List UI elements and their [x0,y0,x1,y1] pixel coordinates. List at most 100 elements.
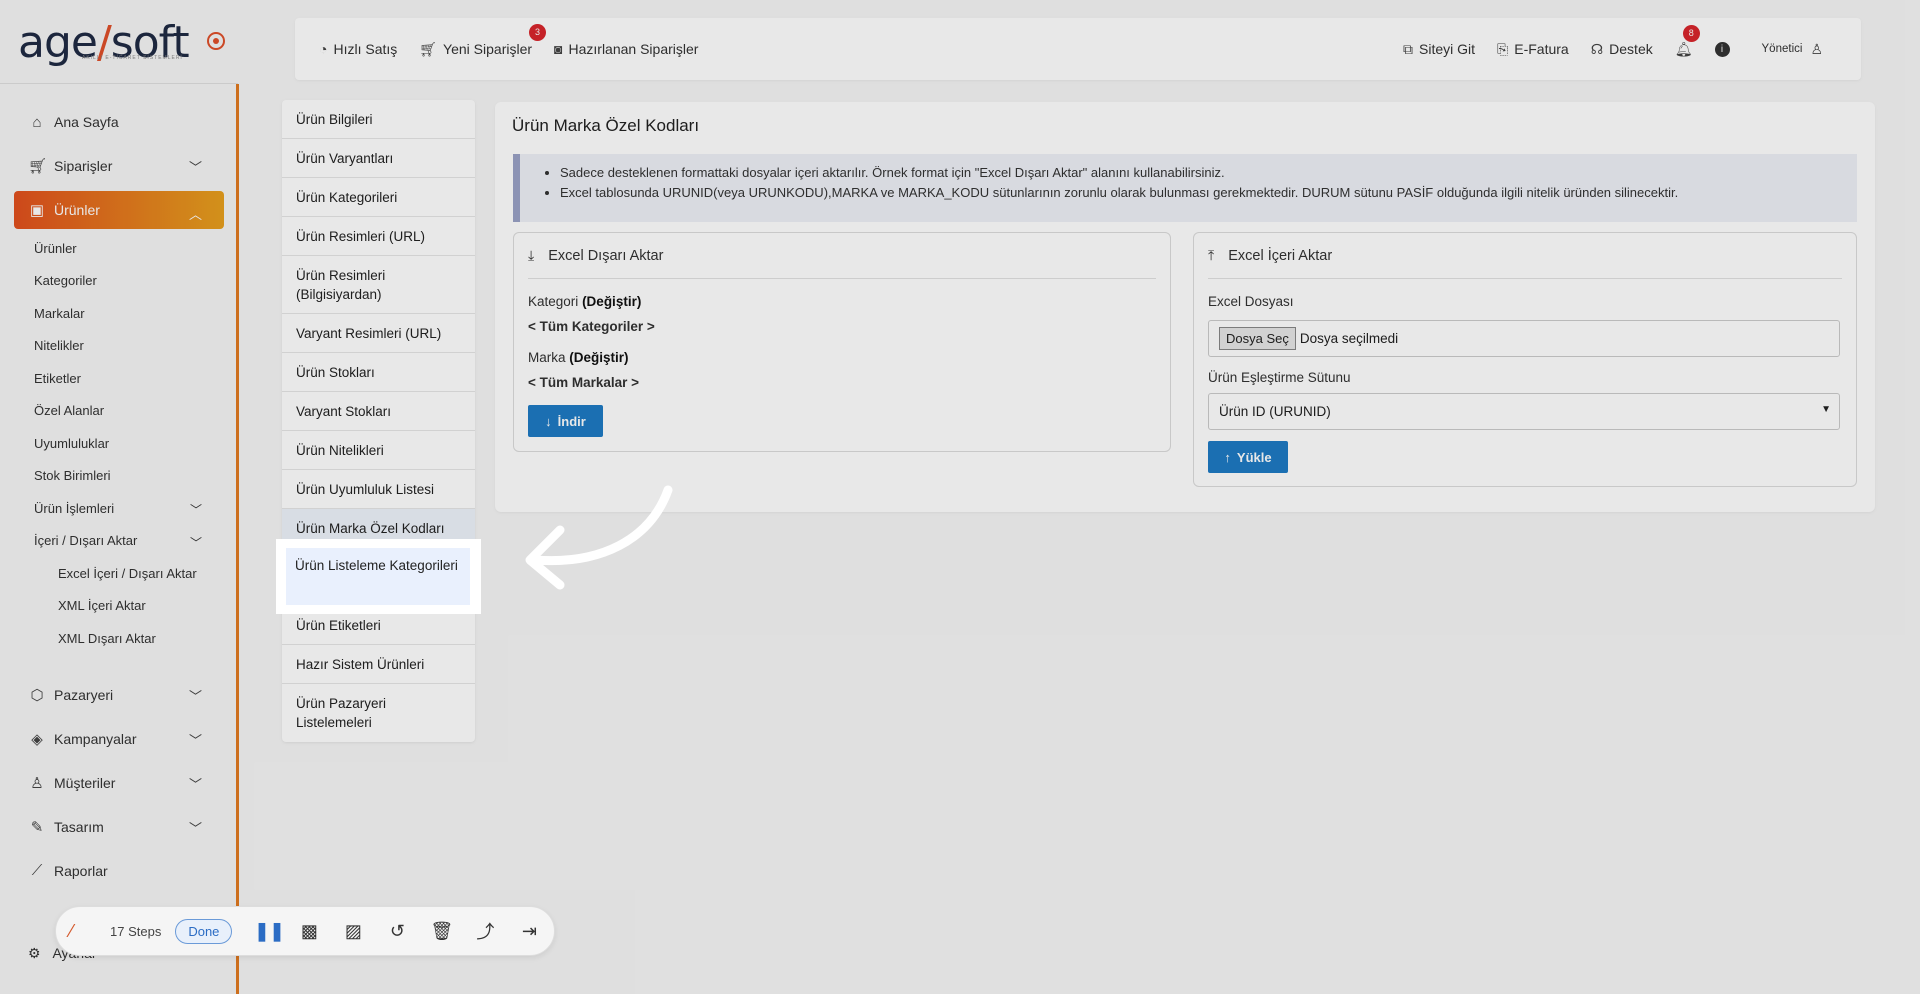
submenu-item[interactable]: Ürün Varyantları [282,139,475,178]
sidebar-subitem-product-actions[interactable]: Ürün İşlemleri ﹀ [34,492,224,525]
book-icon: ▣ [29,202,45,219]
image-icon[interactable]: ▨ [342,921,364,942]
submenu-item[interactable]: Ürün Pazaryeri Listelemeleri [282,684,475,742]
download-button[interactable]: ↓ İndir [528,405,603,437]
sidebar-item-marketplace[interactable]: ⬡ Pazaryeri ﹀ [14,673,224,717]
sidebar-subitem-categories[interactable]: Kategoriler [34,265,224,298]
done-button[interactable]: Done [175,918,233,944]
brand-label: Marka (Değiştir) [528,350,629,365]
speed-icon: ◔ [319,41,328,57]
info-button[interactable]: i [1714,41,1736,57]
chevron-down-icon: ﹀ [188,688,202,704]
import-panel-header: ⤒ Excel İçeri Aktar [1208,233,1842,279]
sidebar-item-home[interactable]: ⌂ Ana Sayfa [14,100,224,144]
submenu-item[interactable]: Varyant Resimleri (URL) [282,314,475,353]
sidebar-subitem-stock-units[interactable]: Stok Birimleri [34,460,224,493]
sidebar-item-design[interactable]: ✎ Tasarım ﹀ [14,805,224,849]
logo[interactable]: age/soft AKILLI E-TİCARET SİSTEMLERİ [0,0,238,84]
submenu-item[interactable]: Ürün Stokları [282,353,475,392]
sidebar-subitem-tags[interactable]: Etiketler [34,362,224,395]
sidebar-item-orders[interactable]: 🛒︎ Siparişler ﹀ [14,144,224,188]
import-panel-title: Excel İçeri Aktar [1228,247,1333,264]
bell-icon: 🔔︎ [1674,40,1693,57]
sidebar-item-campaigns[interactable]: ◈ Kampanyalar ﹀ [14,717,224,761]
pause-icon[interactable]: ❚❚ [254,921,284,942]
choose-file-button[interactable]: Dosya Seç [1219,327,1296,350]
notifications-button[interactable]: 🔔︎ 8 [1674,24,1700,58]
upload-button[interactable]: ↑ Yükle [1208,441,1288,473]
submenu-item[interactable]: Ürün Resimleri (URL) [282,217,475,256]
palette-icon: ✎ [30,818,44,836]
user-menu[interactable]: Yönetici ♙ [1762,41,1829,58]
sidebar-subitem-attributes[interactable]: Nitelikler [34,330,224,363]
submenu-item[interactable]: Ürün Kategorileri [282,178,475,217]
new-orders-link[interactable]: 🛒︎ Yeni Siparişler 3 [419,23,547,58]
external-link-icon: ⧉ [1403,40,1414,57]
sidebar-accent-border [236,84,239,994]
sidebar-item-label: Tasarım [54,818,104,835]
sidebar-item-products[interactable]: ▣ Ürünler ︿ [14,191,224,229]
all-brands-link[interactable]: < Tüm Markalar > [528,375,639,390]
sidebar-subitem-products[interactable]: Ürünler [34,232,224,265]
sidebar-subitem-import-export[interactable]: İçeri / Dışarı Aktar ﹀ [34,525,224,558]
sidebar-subitem-brands[interactable]: Markalar [34,297,224,330]
sidebar-subitem-excel[interactable]: Excel İçeri / Dışarı Aktar [34,557,224,590]
export-panel-header: ⤓ Excel Dışarı Aktar [528,233,1156,279]
chevron-down-icon: ﹀ [189,503,202,517]
submenu-item[interactable]: Ürün Uyumluluk Listesi [282,470,475,509]
sidebar-item-customers[interactable]: ♙ Müşteriler ﹀ [14,761,224,805]
quick-sale-link[interactable]: ◔ Hızlı Satış [319,41,397,57]
category-label: Kategori (Değiştir) [528,294,641,309]
submenu-item[interactable]: Ürün Bilgileri [282,100,475,139]
einvoice-link[interactable]: ⎘ E-Fatura [1497,41,1569,58]
chevron-down-icon: ﹀ [188,732,202,748]
tag-icon: ◈ [31,730,43,748]
chevron-down-icon: ▼ [1821,404,1831,415]
user-icon: ♙ [30,774,44,792]
match-column-value: Ürün ID (URUNID) [1219,404,1331,419]
submenu-item[interactable]: Ürün Resimleri (Bilgisiyardan) [282,256,475,314]
collapse-icon[interactable]: ⇥ [518,921,540,942]
blur-icon[interactable]: ▩ [298,921,320,942]
info-box: Sadece desteklenen formattaki dosyalar i… [513,154,1857,222]
go-site-link[interactable]: ⧉ Siteyi Git [1403,41,1475,58]
sidebar-item-label: Müşteriler [54,774,116,791]
sidebar-toggle-icon[interactable] [207,32,225,50]
sidebar-subitem-compatibility[interactable]: Uyumluluklar [34,427,224,460]
info-icon: i [1714,41,1730,57]
submenu-item[interactable]: Varyant Stokları [282,392,475,431]
sidebar-subitem-label: İçeri / Dışarı Aktar [34,533,138,549]
upload-button-label: Yükle [1236,449,1272,465]
brand-change-link[interactable]: (Değiştir) [569,350,628,365]
chevron-down-icon: ﹀ [188,160,202,175]
highlighted-menu-item[interactable]: Ürün Listeleme Kategorileri [276,539,481,614]
cart-icon: 🛒︎ [28,158,48,175]
category-change-link[interactable]: (Değiştir) [582,294,641,309]
chart-icon: ⟋ [31,862,43,879]
sidebar-item-label: Kampanyalar [54,730,137,747]
branch-icon[interactable]: ⤴ [474,918,496,944]
pen-icon[interactable]: ⁄ [70,921,90,941]
sidebar-item-reports[interactable]: ⟋ Raporlar [14,849,224,893]
preparing-orders-link[interactable]: ◙ Hazırlanan Siparişler [554,41,698,57]
sidebar-menu: ⌂ Ana Sayfa 🛒︎ Siparişler ﹀ ▣ Ürünler ︿ … [14,100,224,893]
sidebar-subitem-xml-export[interactable]: XML Dışarı Aktar [34,622,224,655]
topbar: ◔ Hızlı Satış 🛒︎ Yeni Siparişler 3 ◙ Haz… [295,18,1861,80]
chevron-up-icon: ︿ [188,207,202,222]
excel-file-input[interactable]: Dosya Seç Dosya seçilmedi [1208,320,1840,357]
support-link[interactable]: ☊ Destek [1591,41,1653,58]
submenu-item[interactable]: Ürün Nitelikleri [282,431,475,470]
home-icon: ⌂ [32,113,42,131]
trash-icon[interactable]: 🗑︎ [430,921,453,942]
submenu-item[interactable]: Hazır Sistem Ürünleri [282,645,475,684]
product-settings-menu: Ürün Bilgileri Ürün Varyantları Ürün Kat… [282,100,475,742]
highlighted-menu-label: Ürün Listeleme Kategorileri [286,548,470,605]
undo-icon[interactable]: ↺ [386,921,408,942]
sidebar-subitem-custom-fields[interactable]: Özel Alanlar [34,395,224,428]
step-count: 17 Steps [110,923,162,939]
box-icon: ⬡ [30,686,44,704]
sidebar-subitem-xml-import[interactable]: XML İçeri Aktar [34,590,224,623]
match-column-select[interactable]: Ürün ID (URUNID) ▼ [1208,393,1840,430]
all-categories-link[interactable]: < Tüm Kategoriler > [528,319,655,334]
